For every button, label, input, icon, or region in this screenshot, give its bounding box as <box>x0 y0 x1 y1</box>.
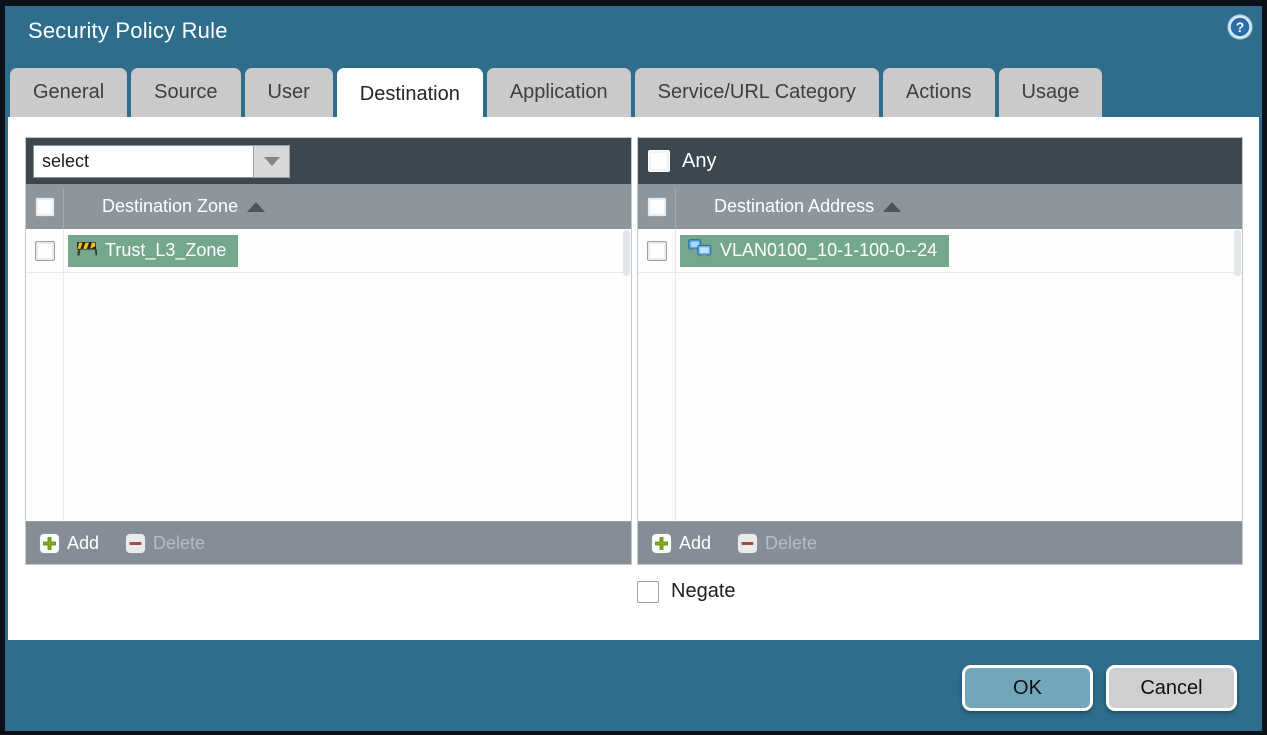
page-title: Security Policy Rule <box>28 18 228 43</box>
sort-ascending-icon <box>883 201 902 212</box>
tab-service-url-category[interactable]: Service/URL Category <box>634 68 879 117</box>
destination-zone-panel: Destination Zone <box>25 137 632 565</box>
address-add-button[interactable]: Add <box>651 532 712 554</box>
content-area: Destination Zone <box>8 117 1259 640</box>
zone-column-header[interactable]: Destination Zone <box>102 196 266 217</box>
delete-icon <box>125 532 147 554</box>
tab-bar: General Source User Destination Applicat… <box>10 68 1103 121</box>
address-chip[interactable]: VLAN0100_10-1-100-0--24 <box>680 234 950 267</box>
add-icon <box>39 532 60 554</box>
zone-chip[interactable]: Trust_L3_Zone <box>68 234 239 267</box>
negate-label: Negate <box>671 580 736 602</box>
cancel-button[interactable]: Cancel <box>1106 665 1237 711</box>
negate-checkbox[interactable] <box>637 580 659 603</box>
address-row-label: VLAN0100_10-1-100-0--24 <box>720 240 938 260</box>
tab-destination[interactable]: Destination <box>336 68 483 121</box>
address-table-row[interactable]: VLAN0100_10-1-100-0--24 <box>638 229 1242 273</box>
zone-barrier-icon <box>76 240 98 261</box>
any-checkbox[interactable] <box>648 150 670 172</box>
scrollbar[interactable] <box>1234 230 1241 276</box>
tab-application[interactable]: Application <box>486 68 631 117</box>
tab-usage[interactable]: Usage <box>998 68 1103 117</box>
tab-user[interactable]: User <box>244 68 333 117</box>
zone-header-row: Destination Zone <box>26 184 631 229</box>
add-icon <box>651 532 672 554</box>
zone-delete-label: Delete <box>153 532 206 553</box>
negate-row: Negate <box>637 580 736 603</box>
tab-source[interactable]: Source <box>131 68 241 117</box>
address-list-body: VLAN0100_10-1-100-0--24 <box>638 229 1242 521</box>
delete-icon <box>737 532 759 554</box>
any-label: Any <box>682 149 717 172</box>
zone-add-button[interactable]: Add <box>39 532 100 554</box>
zone-row-label: Trust_L3_Zone <box>105 240 227 260</box>
zone-table-row[interactable]: Trust_L3_Zone <box>26 229 631 273</box>
zone-row-checkbox[interactable] <box>35 240 55 261</box>
destination-address-panel: Any Destination Address VLAN0100_10-1-10… <box>637 137 1243 565</box>
column-divider <box>63 188 64 229</box>
any-bar: Any <box>638 138 1242 184</box>
zone-select-input[interactable] <box>33 144 253 178</box>
zone-list-body: Trust_L3_Zone <box>26 229 631 521</box>
app-frame: Security Policy Rule ? General Source Us… <box>0 0 1267 735</box>
tab-general[interactable]: General <box>10 68 128 117</box>
zone-delete-button[interactable]: Delete <box>125 532 206 554</box>
zone-select-all-checkbox[interactable] <box>35 196 55 217</box>
svg-text:?: ? <box>1236 19 1245 35</box>
address-row-checkbox[interactable] <box>647 240 667 261</box>
address-header-row: Destination Address <box>638 184 1242 229</box>
address-column-header-label: Destination Address <box>714 196 875 216</box>
zone-toolbar <box>26 138 631 184</box>
zone-add-label: Add <box>67 532 100 553</box>
network-hosts-icon <box>688 238 712 263</box>
scrollbar[interactable] <box>623 230 630 276</box>
chevron-down-icon <box>263 156 280 166</box>
tab-actions[interactable]: Actions <box>882 68 995 117</box>
zone-select-dropdown-button[interactable] <box>253 144 290 178</box>
address-column-header[interactable]: Destination Address <box>714 196 902 217</box>
address-delete-label: Delete <box>765 532 818 553</box>
column-divider <box>675 188 676 229</box>
address-delete-button[interactable]: Delete <box>737 532 818 554</box>
address-select-all-checkbox[interactable] <box>647 196 667 217</box>
zone-select-combobox <box>33 144 290 178</box>
help-icon[interactable]: ? <box>1226 13 1254 41</box>
ok-button[interactable]: OK <box>962 665 1093 711</box>
sort-ascending-icon <box>247 201 266 212</box>
zone-footer: Add Delete <box>26 521 631 564</box>
address-add-label: Add <box>679 532 712 553</box>
address-footer: Add Delete <box>638 521 1242 564</box>
zone-column-header-label: Destination Zone <box>102 196 239 216</box>
